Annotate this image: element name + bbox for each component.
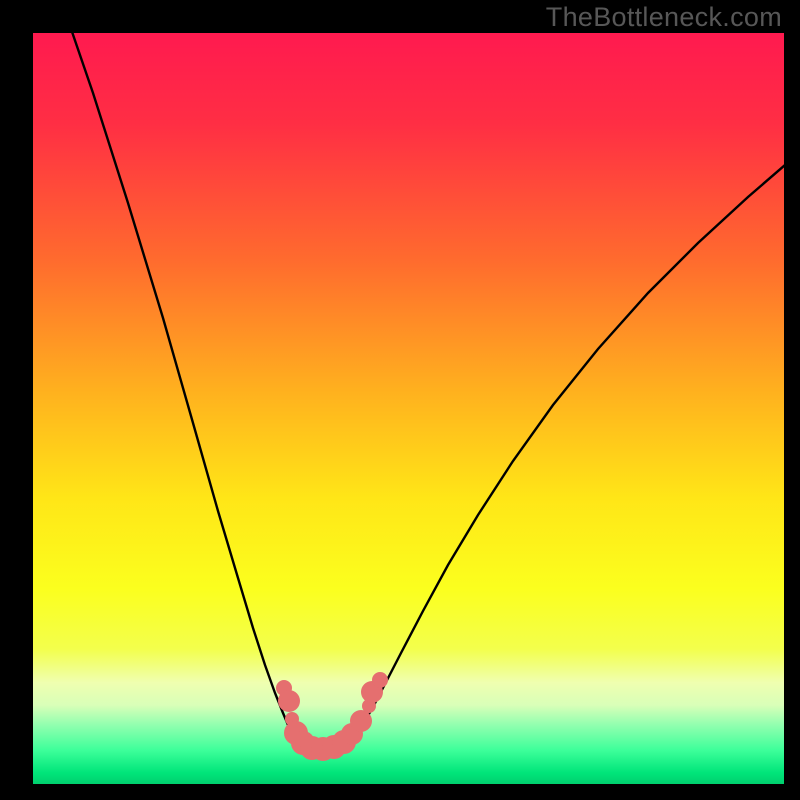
- highlight-dot: [372, 672, 388, 688]
- plot-area: [33, 33, 784, 784]
- watermark-text: TheBottleneck.com: [546, 2, 782, 33]
- highlight-dot: [278, 690, 300, 712]
- chart-frame: TheBottleneck.com: [0, 0, 800, 800]
- bottleneck-chart: [33, 33, 784, 784]
- highlight-dot: [350, 710, 372, 732]
- gradient-background: [33, 33, 784, 784]
